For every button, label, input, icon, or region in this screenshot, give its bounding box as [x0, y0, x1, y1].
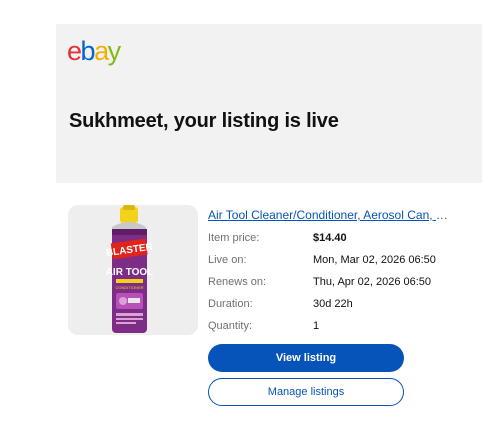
logo-letter-y: y [107, 36, 122, 66]
spray-can-image: BLASTER AIR TOOL CONDITIONER [105, 205, 154, 333]
ebay-logo[interactable]: ebay [67, 36, 122, 66]
logo-letter-b: b [80, 36, 96, 66]
can-sub-text: CONDITIONER [116, 285, 144, 290]
details-list: Item price: $14.40 Live on: Mon, Mar 02,… [208, 231, 478, 341]
detail-row-renews-on: Renews on: Thu, Apr 02, 2026 06:50 [208, 275, 478, 297]
manage-listings-button[interactable]: Manage listings [208, 378, 404, 406]
can-product-text: AIR TOOL [106, 267, 154, 278]
logo-letter-a: a [94, 36, 109, 66]
detail-row-live-on: Live on: Mon, Mar 02, 2026 06:50 [208, 253, 478, 275]
detail-label: Quantity: [208, 320, 253, 332]
detail-label: Item price: [208, 232, 260, 244]
detail-value: Mon, Mar 02, 2026 06:50 [313, 254, 436, 266]
listing-info: Air Tool Cleaner/Conditioner, Aerosol Ca… [208, 208, 478, 341]
item-title-link[interactable]: Air Tool Cleaner/Conditioner, Aerosol Ca… [208, 208, 448, 222]
detail-row-price: Item price: $14.40 [208, 231, 478, 253]
detail-value: 1 [313, 320, 320, 332]
page-title: Sukhmeet, your listing is live [69, 110, 339, 132]
detail-label: Live on: [208, 254, 247, 266]
detail-row-quantity: Quantity: 1 [208, 319, 478, 341]
detail-label: Duration: [208, 298, 253, 310]
detail-label: Renews on: [208, 276, 267, 288]
detail-value: $14.40 [313, 232, 347, 244]
detail-value: 30d 22h [313, 298, 353, 310]
detail-row-duration: Duration: 30d 22h [208, 297, 478, 319]
detail-value: Thu, Apr 02, 2026 06:50 [313, 276, 432, 288]
product-thumbnail[interactable]: BLASTER AIR TOOL CONDITIONER [68, 205, 198, 335]
logo-letter-e: e [67, 36, 82, 66]
view-listing-button[interactable]: View listing [208, 344, 404, 372]
